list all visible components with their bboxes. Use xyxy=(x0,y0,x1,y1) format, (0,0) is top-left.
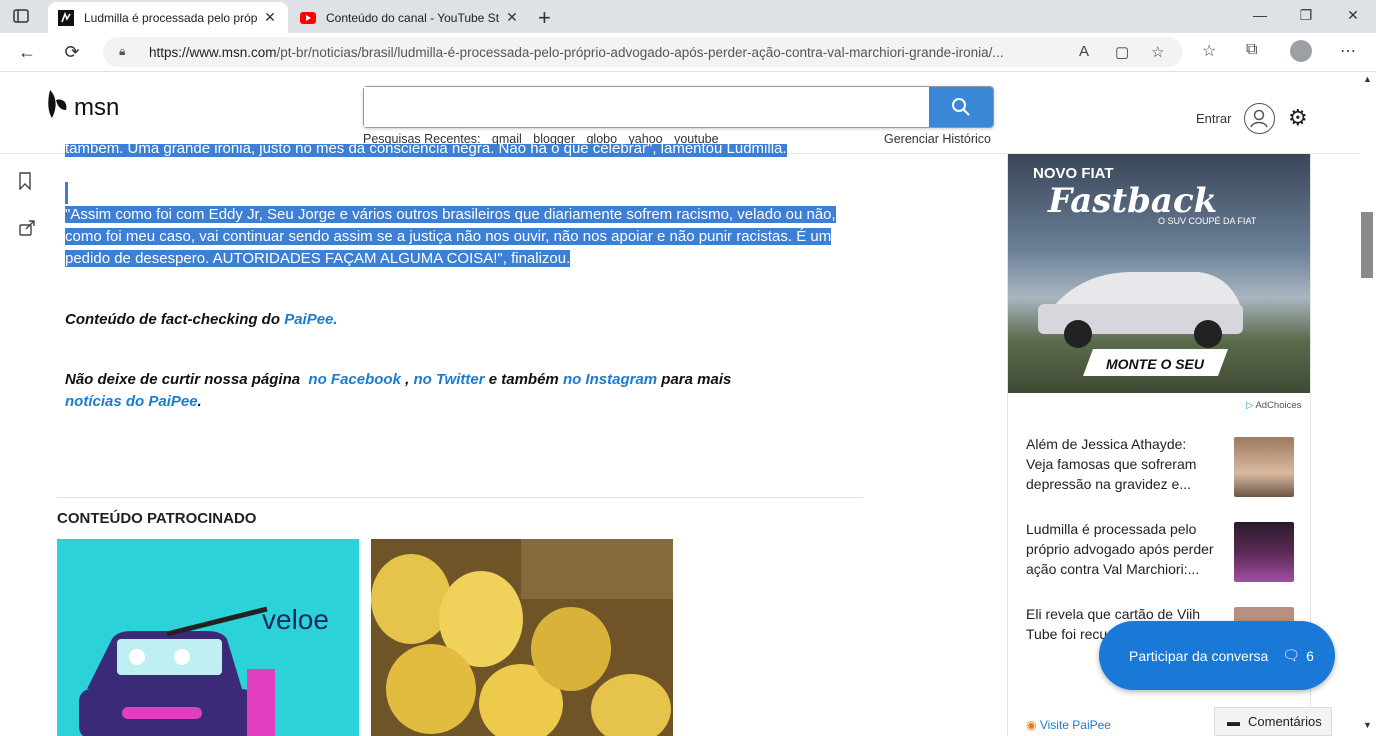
msn-header: msn Pesquisas Recentes: gmail blogger gl… xyxy=(0,72,1360,154)
minimize-icon[interactable]: — xyxy=(1250,7,1270,23)
twitter-link[interactable]: no Twitter xyxy=(413,371,484,388)
instagram-link[interactable]: no Instagram xyxy=(563,371,657,388)
fiat-ad[interactable]: NOVO FIAT Fastback O SUV COUPÉ DA FIAT M… xyxy=(1008,154,1310,393)
close-icon[interactable]: ✕ xyxy=(504,9,520,26)
comments-button[interactable]: ▬ Comentários xyxy=(1214,707,1332,736)
scrollbar[interactable]: ▲ ▼ xyxy=(1360,72,1376,736)
address-bar: ← ⟳ 🔒︎ https://www.msn.com/pt-br/noticia… xyxy=(0,33,1376,72)
tab-youtube[interactable]: Conteúdo do canal - YouTube St ✕ xyxy=(290,2,530,33)
settings-gear-icon[interactable]: ⚙ xyxy=(1288,105,1308,131)
close-icon[interactable]: ✕ xyxy=(262,9,278,26)
msn-favicon-icon xyxy=(58,9,74,26)
selection-caret xyxy=(65,182,68,204)
news-thumbnail[interactable] xyxy=(1234,522,1294,582)
facebook-link[interactable]: no Facebook xyxy=(308,371,401,388)
visit-paipee-link[interactable]: ◉ Visite PaiPee xyxy=(1026,718,1111,732)
svg-text:veloe: veloe xyxy=(262,604,329,635)
sponsored-heading: CONTEÚDO PATROCINADO xyxy=(57,510,257,527)
bookmark-icon[interactable] xyxy=(18,172,32,195)
back-icon[interactable]: ← xyxy=(16,41,38,63)
more-menu-icon[interactable]: ⋯ xyxy=(1340,41,1356,61)
news-thumbnail[interactable] xyxy=(1234,437,1294,497)
tab-bar: Ludmilla é processada pelo próp ✕ Conteú… xyxy=(0,0,1376,33)
window-close-icon[interactable]: ✕ xyxy=(1343,7,1363,24)
manage-history-link[interactable]: Gerenciar Histórico xyxy=(884,132,991,146)
maximize-icon[interactable]: ❐ xyxy=(1296,7,1316,24)
search-button[interactable] xyxy=(929,87,993,127)
svg-text:Fastback: Fastback xyxy=(1047,181,1217,221)
paipee-link[interactable]: PaiPee. xyxy=(284,311,337,328)
tab-title: Conteúdo do canal - YouTube St xyxy=(326,10,500,25)
msn-logo[interactable]: msn xyxy=(46,88,119,127)
search-box xyxy=(363,86,994,128)
scrollbar-thumb[interactable] xyxy=(1361,212,1373,278)
fact-check-line: Conteúdo de fact-checking do PaiPee. xyxy=(65,311,338,328)
rss-icon: ◉ xyxy=(1026,718,1037,732)
url-text: https://www.msn.com/pt-br/noticias/brasi… xyxy=(149,45,1004,60)
refresh-icon[interactable]: ⟳ xyxy=(61,41,83,63)
fiat-ad-image: NOVO FIAT Fastback O SUV COUPÉ DA FIAT M… xyxy=(1033,165,1257,376)
immersive-reader-icon[interactable]: ▢ xyxy=(1115,43,1129,61)
msn-butterfly-icon xyxy=(46,88,70,127)
scroll-up-icon[interactable]: ▲ xyxy=(1363,74,1372,84)
join-conversation-button[interactable]: Participar da conversa 🗨︎ 6 xyxy=(1099,621,1335,690)
tab-actions-icon[interactable] xyxy=(12,7,32,27)
svg-text:NOVO FIAT: NOVO FIAT xyxy=(1033,165,1114,182)
sponsored-card-veloe[interactable]: veloe xyxy=(57,539,359,736)
paipee-news-link[interactable]: notícias do PaiPee xyxy=(65,393,198,410)
follow-paragraph: Não deixe de curtir nossa página no Face… xyxy=(65,371,732,410)
sidebar-news-item[interactable]: Além de Jessica Athayde: Veja famosas qu… xyxy=(1026,434,1216,494)
youtube-icon xyxy=(300,10,316,26)
comment-icon: ▬ xyxy=(1227,714,1240,729)
veloe-car-illustration: veloe xyxy=(79,604,329,736)
sidebar-news-item[interactable]: Ludmilla é processada pelo próprio advog… xyxy=(1026,519,1216,579)
comment-icon: 🗨︎ xyxy=(1282,647,1301,663)
collections-icon[interactable]: ⧉ xyxy=(1246,41,1257,59)
adchoices-icon: ▷ xyxy=(1246,400,1254,411)
divider xyxy=(57,497,863,498)
sponsored-card-jackfruit[interactable] xyxy=(371,539,673,736)
search-icon xyxy=(952,98,970,116)
add-favorite-icon[interactable]: ☆ xyxy=(1151,43,1164,61)
article-paragraph-cut: também. Uma grande ironia, justo no mês … xyxy=(65,144,855,162)
tab-ludmilla[interactable]: Ludmilla é processada pelo próp ✕ xyxy=(48,2,288,33)
svg-text:O SUV COUPÉ DA FIAT: O SUV COUPÉ DA FIAT xyxy=(1158,216,1257,226)
svg-text:MONTE O SEU: MONTE O SEU xyxy=(1106,356,1205,372)
search-input[interactable] xyxy=(364,87,924,127)
profile-avatar[interactable] xyxy=(1290,40,1312,62)
article-quote: "Assim como foi com Eddy Jr, Seu Jorge e… xyxy=(65,206,836,267)
tab-title: Ludmilla é processada pelo próp xyxy=(84,10,258,25)
adchoices-label[interactable]: ▷ AdChoices xyxy=(1246,400,1301,411)
share-icon[interactable] xyxy=(18,219,36,242)
signin-link[interactable]: Entrar xyxy=(1196,111,1231,126)
url-field[interactable]: 🔒︎ https://www.msn.com/pt-br/noticias/br… xyxy=(103,37,1183,67)
lock-icon: 🔒︎ xyxy=(119,44,126,58)
user-icon[interactable] xyxy=(1244,103,1275,134)
new-tab-icon[interactable]: + xyxy=(538,5,551,31)
favorites-icon[interactable]: ☆ xyxy=(1202,41,1216,61)
scroll-down-icon[interactable]: ▼ xyxy=(1363,720,1372,730)
jackfruit-image xyxy=(371,539,673,736)
read-aloud-icon[interactable]: A xyxy=(1079,43,1089,60)
